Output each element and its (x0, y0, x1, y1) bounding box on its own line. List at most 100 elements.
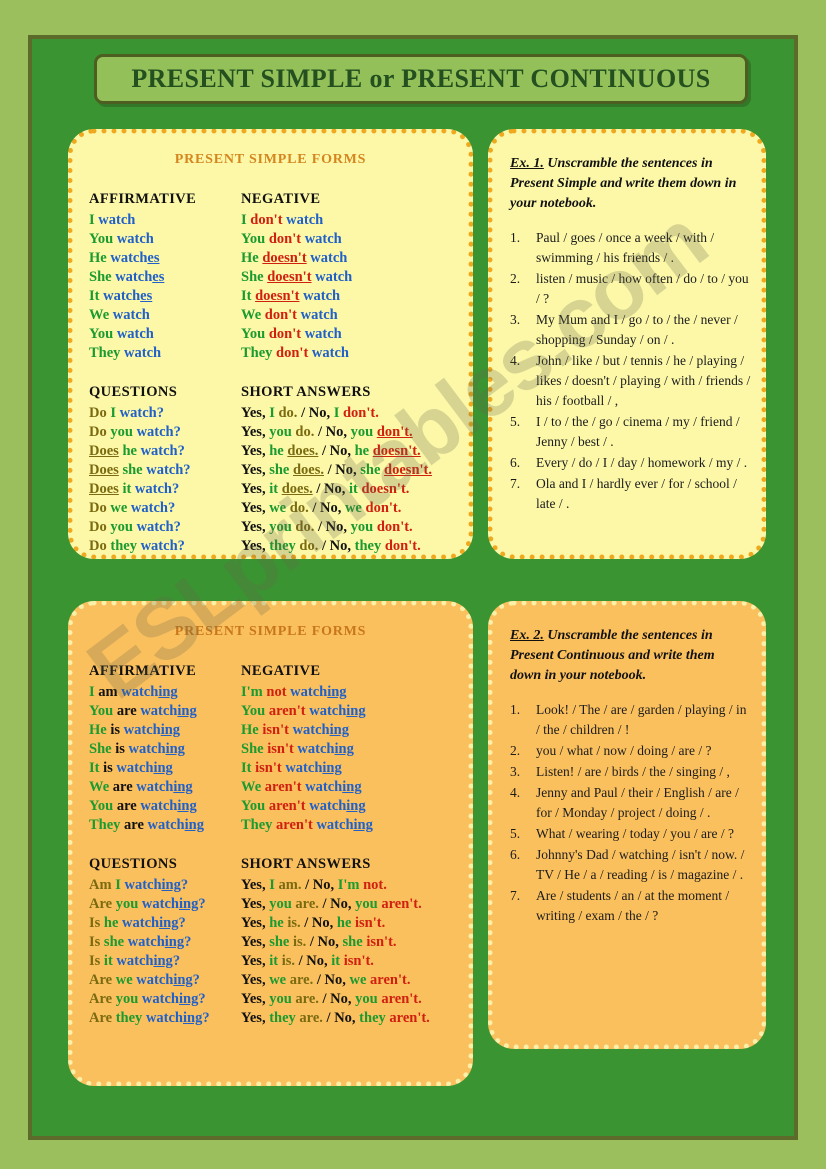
conjugation-row: I don't watch (241, 212, 324, 228)
pc-negative-column: NEGATIVE I'm not watching You aren't watc… (241, 662, 468, 835)
exercise-item: Ola and I / hardly ever / for / school /… (510, 474, 737, 511)
verb: watching? (136, 972, 200, 988)
exercise-item: Johnny's Dad / watching / isn't / now. /… (510, 845, 745, 882)
pc-negative-header: NEGATIVE (241, 663, 321, 679)
verb: watches (110, 250, 160, 266)
question-row: Do you watch? (89, 519, 181, 535)
pc-short-answers-column: SHORT ANSWERS Yes, I am. / No, I'm not. Y… (241, 855, 468, 1028)
question-row: Are they watching? (89, 1010, 210, 1026)
verb: watching? (141, 896, 206, 912)
short-answer-row: Yes, they do. / No, they don't. (241, 538, 421, 554)
verb: watching (147, 817, 204, 833)
present-simple-forms-card: PRESENT SIMPLE FORMS AFFIRMATIVE I watch… (68, 129, 473, 559)
exercise-1-label: Ex. 1. (510, 156, 544, 171)
conjugation-row: You are watching (89, 703, 197, 719)
verb: watching (128, 741, 185, 757)
question-row: Do they watch? (89, 538, 185, 554)
ps-negative-rows: I don't watch You don't watch He doesn't w… (241, 211, 468, 363)
conjugation-row: It doesn't watch (241, 288, 341, 304)
ps-affirmative-rows: I watch You watch He watches She watches It … (89, 211, 241, 363)
verb: watching (285, 760, 342, 776)
exercise-1-list: Paul / goes / once a week / with / swimm… (510, 228, 751, 514)
conjugation-row: We don't watch (241, 307, 338, 323)
exercise-item: Listen! / are / birds / the / singing / … (510, 762, 730, 782)
pc-questions-column: QUESTIONS Am I watching? Are you watching… (89, 855, 241, 1028)
conjugation-row: I'm not watching (241, 684, 347, 700)
question-row: Is she watching? (89, 934, 192, 950)
ps-short-answer-rows: Yes, I do. / No, I don't. Yes, you do. / … (241, 404, 468, 556)
ps-affirmative-header: AFFIRMATIVE (89, 191, 197, 207)
verb: watch (116, 231, 154, 247)
pc-affirmative-rows: I am watching You are watching He is watch… (89, 683, 241, 835)
conjugation-row: They aren't watching (241, 817, 373, 833)
short-answer-row: Yes, you do. / No, you don't. (241, 424, 413, 440)
ps-affirmative-column: AFFIRMATIVE I watch You watch He watches Sh… (89, 190, 241, 363)
exercise-2-card: Ex. 2. Unscramble the sentences in Prese… (488, 601, 766, 1049)
exercise-2-instruction: Ex. 2. Unscramble the sentences in Prese… (510, 626, 745, 686)
exercise-item: Paul / goes / once a week / with / swimm… (510, 228, 715, 265)
verb: watch (112, 307, 150, 323)
conjugation-row: They are watching (89, 817, 204, 833)
short-answer-row: Yes, I do. / No, I don't. (241, 405, 379, 421)
verb: watching (297, 741, 354, 757)
verb: watch (124, 345, 162, 361)
verb: watching? (127, 934, 192, 950)
question-row: Is he watching? (89, 915, 186, 931)
ps-questions-column: QUESTIONS Do I watch? Do you watch? Does h… (89, 383, 241, 556)
exercise-2-label: Ex. 2. (510, 628, 544, 643)
present-simple-conjugation: AFFIRMATIVE I watch You watch He watches Sh… (73, 190, 468, 556)
verb: watches (115, 269, 165, 285)
conjugation-row: It watches (89, 288, 153, 304)
conjugation-row: They don't watch (241, 345, 349, 361)
ps-short-answers-column: SHORT ANSWERS Yes, I do. / No, I don't. Y… (241, 383, 468, 556)
conjugation-row: She watches (89, 269, 165, 285)
verb: watching (140, 703, 197, 719)
conjugation-row: You don't watch (241, 231, 342, 247)
question-row: Does it watch? (89, 481, 180, 497)
verb: watching (309, 798, 366, 814)
question-row: Are you watching? (89, 991, 206, 1007)
pc-short-answers-header: SHORT ANSWERS (241, 856, 371, 872)
exercise-1-instruction-text: Unscramble the sentences in Present Simp… (510, 156, 737, 211)
conjugation-row: They watch (89, 345, 162, 361)
pc-questions-header: QUESTIONS (89, 856, 178, 872)
short-answer-row: Yes, we are. / No, we aren't. (241, 972, 411, 988)
short-answer-row: Yes, we do. / No, we don't. (241, 500, 402, 516)
conjugation-row: He watches (89, 250, 160, 266)
verb: watching? (116, 953, 181, 969)
conjugation-row: She is watching (89, 741, 185, 757)
question-row: Are we watching? (89, 972, 200, 988)
pc-affirmative-header: AFFIRMATIVE (89, 663, 197, 679)
short-answer-row: Yes, you are. / No, you aren't. (241, 991, 422, 1007)
ps-short-answers-header: SHORT ANSWERS (241, 384, 371, 400)
short-answer-row: Yes, they are. / No, they aren't. (241, 1010, 430, 1026)
verb: watching (140, 798, 197, 814)
verb: watching (123, 722, 181, 738)
question-row: Are you watching? (89, 896, 206, 912)
verb: watching? (124, 877, 189, 893)
question-row: Is it watching? (89, 953, 181, 969)
short-answer-row: Yes, he is. / No, he isn't. (241, 915, 386, 931)
short-answer-row: Yes, she does. / No, she doesn't. (241, 462, 432, 478)
conjugation-row: We are watching (89, 779, 193, 795)
verb: watching (305, 779, 362, 795)
question-row: Does he watch? (89, 443, 185, 459)
ps-negative-header: NEGATIVE (241, 191, 321, 207)
exercise-item: Jenny and Paul / their / English / are /… (510, 783, 739, 820)
present-continuous-card-title: PRESENT SIMPLE FORMS (174, 624, 367, 639)
worksheet-title-banner: PRESENT SIMPLE or PRESENT CONTINUOUS (94, 54, 748, 104)
verb: watching (309, 703, 366, 719)
ps-negative-column: NEGATIVE I don't watch You don't watch He … (241, 190, 468, 363)
question-row: Do I watch? (89, 405, 164, 421)
exercise-item: Are / students / an / at the moment / wr… (510, 886, 730, 923)
exercise-item: John / like / but / tennis / he / playin… (510, 351, 751, 408)
verb: watching? (141, 991, 206, 1007)
conjugation-row: She doesn't watch (241, 269, 353, 285)
conjugation-row: You watch (89, 326, 154, 342)
conjugation-row: You aren't watching (241, 798, 366, 814)
verb: watching (116, 760, 173, 776)
conjugation-row: You aren't watching (241, 703, 366, 719)
page-title: PRESENT SIMPLE or PRESENT CONTINUOUS (131, 64, 711, 93)
exercise-item: I / to / the / go / cinema / my / friend… (510, 412, 740, 449)
exercise-item: listen / music / how often / do / to / y… (510, 269, 749, 306)
